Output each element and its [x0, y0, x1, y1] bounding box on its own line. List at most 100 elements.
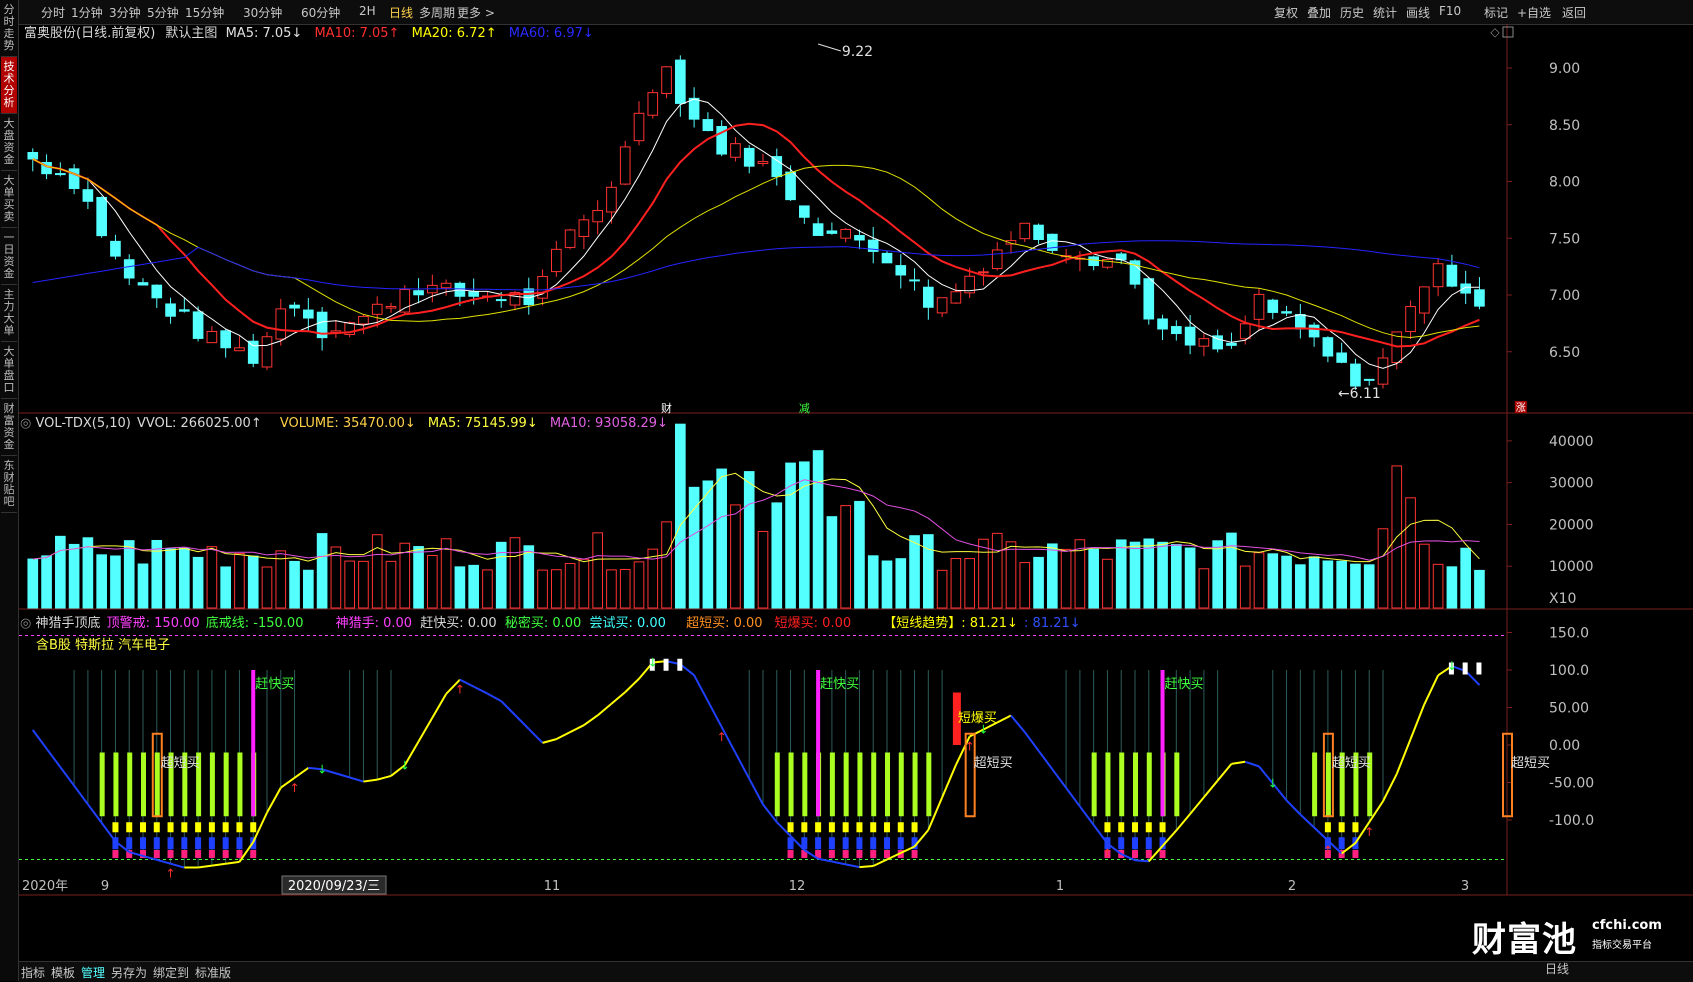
candle	[359, 316, 369, 324]
volume-bar	[304, 570, 314, 608]
oscillator-segment	[1204, 781, 1218, 798]
yellow-block	[126, 822, 132, 832]
candle	[1185, 327, 1195, 345]
candle	[1420, 287, 1430, 313]
panel-restore-icon[interactable]	[1503, 27, 1513, 37]
ind-tick-label-4: -50.00	[1549, 776, 1594, 792]
oscillator-segment	[529, 729, 543, 743]
yellow-block	[898, 822, 904, 832]
oscillator-segment	[432, 694, 446, 718]
oscillator-segment	[1011, 716, 1025, 733]
volume-bar	[1406, 498, 1416, 608]
volume-bar	[772, 503, 782, 608]
volume-bar	[290, 561, 300, 608]
volume-bar	[579, 559, 589, 608]
bottom-item-3[interactable]: 另存为	[111, 964, 147, 981]
volume-bar	[800, 462, 810, 608]
candle	[56, 174, 66, 175]
price-tick-label-2: 8.00	[1549, 175, 1580, 191]
oscillator-segment	[212, 864, 226, 866]
marker-zhang: 涨	[1516, 402, 1526, 414]
x-axis-label-1: 11	[544, 879, 561, 894]
oscillator-segment	[584, 715, 598, 725]
candle	[1433, 264, 1443, 287]
oscillator-segment	[226, 862, 240, 864]
pink-block	[181, 850, 187, 858]
green-bar	[1105, 753, 1110, 817]
oscillator-segment	[543, 739, 557, 743]
oscillator-segment	[377, 776, 391, 780]
candle	[152, 285, 162, 298]
candle	[1089, 257, 1099, 266]
volume-bar	[317, 534, 327, 608]
short-burst-label: 短爆买	[958, 711, 997, 726]
volume-bar	[965, 559, 975, 608]
yellow-block	[884, 822, 890, 832]
oscillator-segment	[157, 860, 171, 864]
volume-bar	[1089, 549, 1099, 608]
candle	[772, 157, 782, 177]
sell-arrow-5: ↓	[1447, 659, 1457, 673]
yellow-block	[1132, 822, 1138, 832]
candle	[924, 287, 934, 307]
volume-bar	[386, 561, 396, 608]
volume-bar	[855, 501, 865, 608]
volume-bar	[262, 567, 272, 608]
oscillator-segment	[708, 701, 722, 727]
candle	[1227, 343, 1237, 345]
vol-tick-label-0: 40000	[1549, 434, 1594, 450]
bottom-item-1[interactable]: 模板	[51, 964, 75, 981]
bottom-item-5[interactable]: 标准版	[195, 964, 231, 981]
volume-bar	[1268, 554, 1278, 608]
volume-bar	[1034, 557, 1044, 608]
oscillator-segment	[1135, 860, 1149, 861]
candle	[386, 306, 396, 308]
pink-block	[912, 850, 918, 858]
candle	[1199, 339, 1209, 347]
pink-block	[195, 850, 201, 858]
oscillator-segment	[267, 788, 281, 813]
ind-tick-label-1: 100.0	[1549, 663, 1589, 679]
candle	[1309, 325, 1319, 337]
volume-bar	[634, 562, 644, 608]
volume-bar	[979, 539, 989, 608]
price-tick-label-3: 7.50	[1549, 231, 1580, 247]
yellow-block	[829, 822, 835, 832]
candle	[469, 292, 479, 297]
yellow-block	[1352, 822, 1358, 832]
volume-bar	[1213, 541, 1223, 608]
candle	[731, 144, 741, 158]
buy-arrow-3: ↑	[717, 730, 727, 744]
fast-buy-label-0: 赶快买	[255, 677, 294, 692]
bottom-item-2[interactable]: 管理	[81, 964, 105, 981]
bottom-item-4[interactable]: 绑定到	[153, 964, 189, 981]
pink-block	[856, 850, 862, 858]
candle	[910, 280, 920, 281]
oscillator-segment	[749, 779, 763, 805]
candle	[221, 331, 231, 348]
x-axis-year: 2020年	[22, 879, 68, 894]
watermark-brand: 财富池	[1472, 912, 1577, 961]
oscillator-segment	[942, 765, 956, 798]
volume-bar	[924, 535, 934, 608]
candle	[1020, 223, 1030, 238]
ind-tick-label-0: 150.0	[1549, 626, 1589, 642]
volume-bar	[1227, 533, 1237, 608]
kline-chart[interactable]: 9.008.508.007.507.006.509.22←6.11财减涨4000…	[0, 0, 1693, 981]
oscillator-segment	[336, 773, 350, 777]
yellow-block	[140, 822, 146, 832]
oscillator-segment	[1176, 814, 1190, 830]
bottom-item-0[interactable]: 指标	[21, 964, 45, 981]
candle	[579, 220, 589, 237]
pink-block	[1132, 850, 1138, 858]
yellow-block	[168, 822, 174, 832]
blue-block	[884, 837, 890, 849]
candle	[372, 304, 382, 314]
volume-bar	[42, 556, 52, 608]
candle	[565, 230, 575, 247]
candle	[786, 172, 796, 200]
volume-bar	[1048, 544, 1058, 608]
yellow-block	[1146, 822, 1152, 832]
volume-bar	[731, 505, 741, 608]
volume-bar	[1378, 529, 1388, 608]
